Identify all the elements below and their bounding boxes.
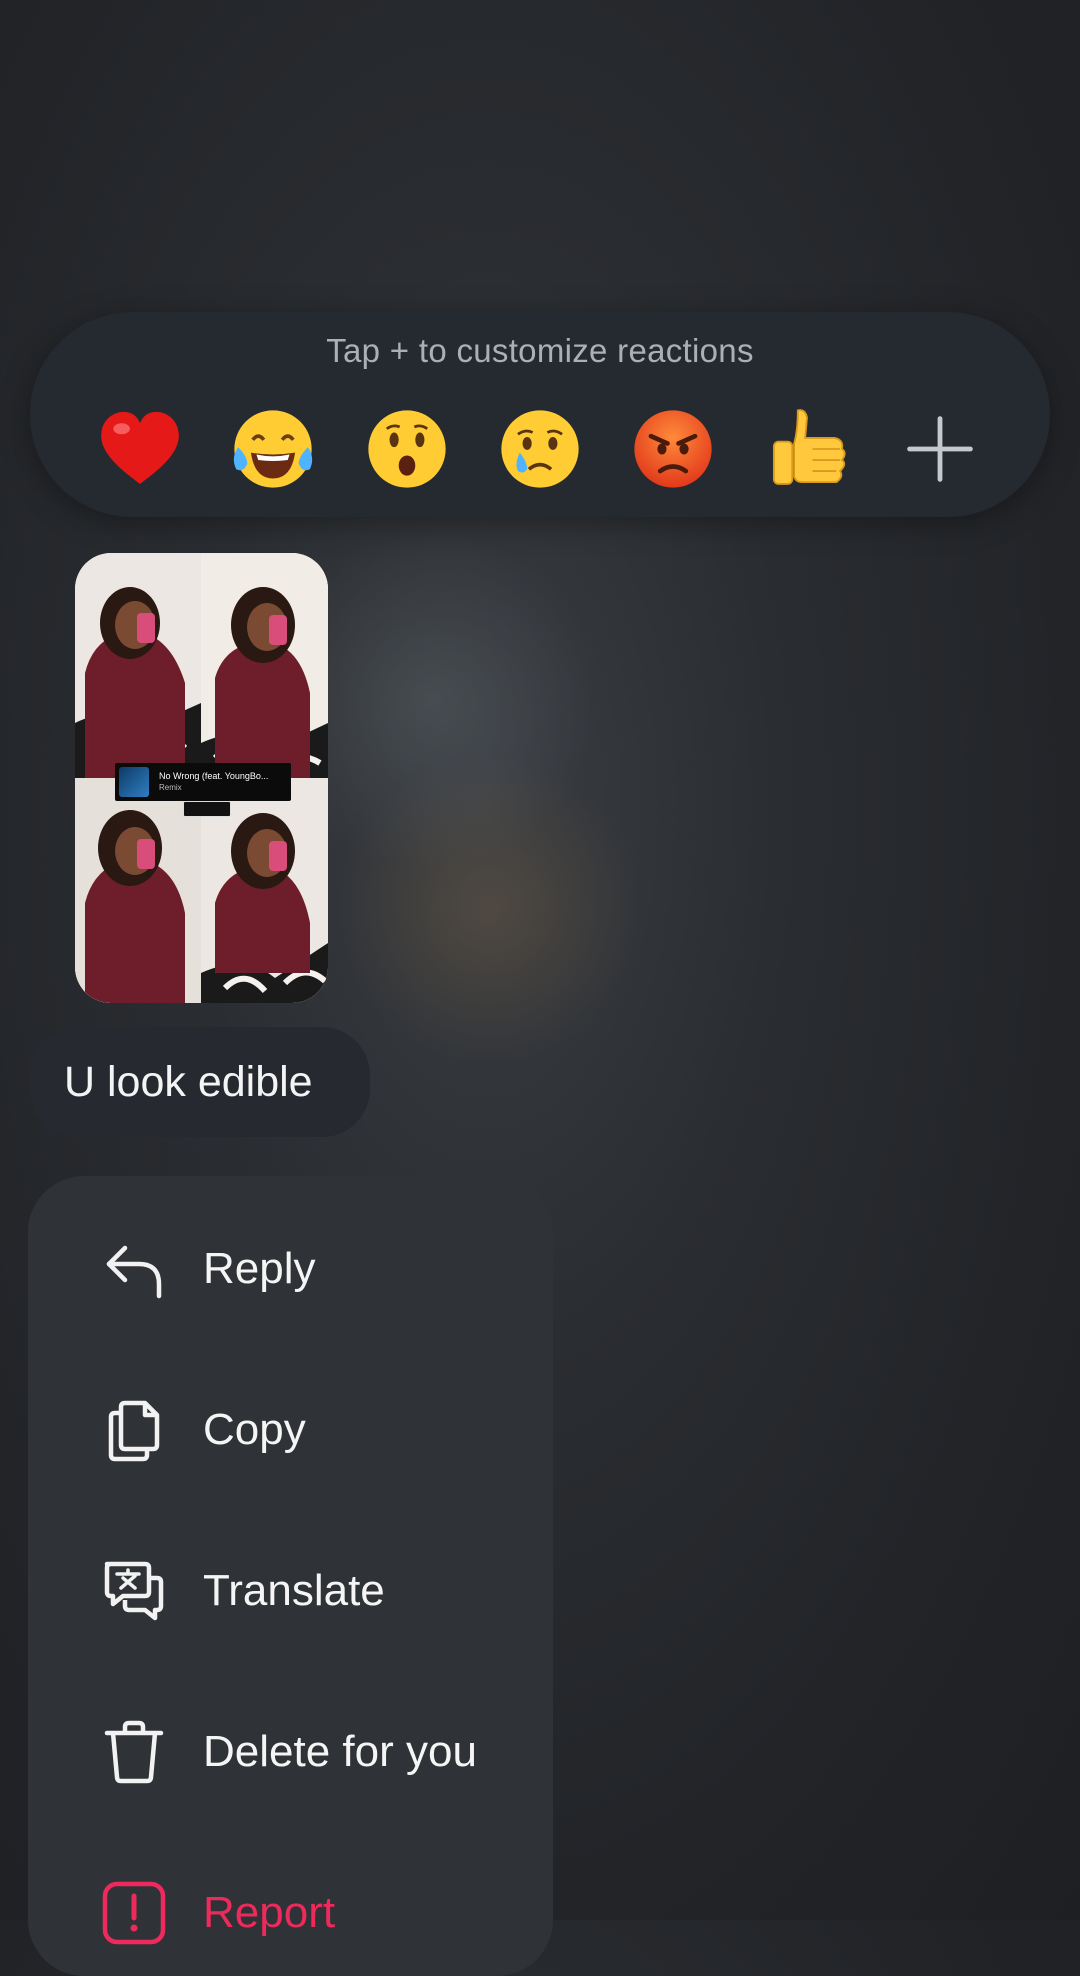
red-heart-icon [101, 411, 179, 484]
reaction-row [90, 394, 990, 504]
pouting-face-icon [634, 410, 712, 488]
menu-item-label: Copy [203, 1405, 306, 1454]
menu-item-copy[interactable]: Copy [28, 1370, 553, 1490]
open-mouth-face-icon [368, 410, 446, 488]
plus-icon [907, 416, 973, 482]
menu-item-label: Report [203, 1888, 336, 1937]
add-reaction-button[interactable] [890, 399, 990, 499]
music-title: No Wrong (feat. YoungBo... [159, 771, 269, 781]
tears-of-joy-icon [234, 410, 313, 488]
username-sticker [183, 801, 231, 817]
music-artist: Remix [159, 783, 182, 792]
reaction-sad[interactable] [490, 399, 590, 499]
music-info: No Wrong (feat. YoungBo... Remix [159, 771, 268, 793]
message-text: U look edible [64, 1057, 313, 1106]
reaction-thumbs-up[interactable] [757, 399, 857, 499]
menu-item-label: Reply [203, 1244, 316, 1293]
menu-item-translate[interactable]: Translate [28, 1531, 553, 1651]
shared-media-thumbnail[interactable]: No Wrong (feat. YoungBo... Remix [75, 553, 328, 1003]
reaction-hint: Tap + to customize reactions [326, 332, 754, 369]
music-sticker: No Wrong (feat. YoungBo... Remix [115, 763, 291, 801]
reaction-angry[interactable] [623, 399, 723, 499]
thumbs-up-icon [772, 409, 846, 485]
reaction-wow[interactable] [357, 399, 457, 499]
menu-item-delete-for-you[interactable]: Delete for you [28, 1692, 553, 1812]
menu-item-label: Delete for you [203, 1727, 477, 1776]
crying-face-icon [501, 410, 579, 488]
reaction-bar: Tap + to customize reactions [30, 312, 1050, 517]
menu-item-label: Translate [203, 1566, 385, 1615]
reply-icon [98, 1233, 170, 1305]
menu-item-report[interactable]: Report [28, 1853, 553, 1973]
reaction-laugh[interactable] [223, 399, 323, 499]
menu-item-reply[interactable]: Reply [28, 1209, 553, 1329]
copy-icon [98, 1394, 170, 1466]
message-bubble[interactable]: U look edible [30, 1027, 370, 1137]
message-context-menu: Reply Copy Translate Delete for you Repo… [28, 1176, 553, 1976]
album-art [119, 767, 149, 797]
translate-icon [98, 1555, 170, 1627]
trash-icon [98, 1716, 170, 1788]
report-icon [98, 1877, 170, 1949]
reaction-heart[interactable] [90, 399, 190, 499]
